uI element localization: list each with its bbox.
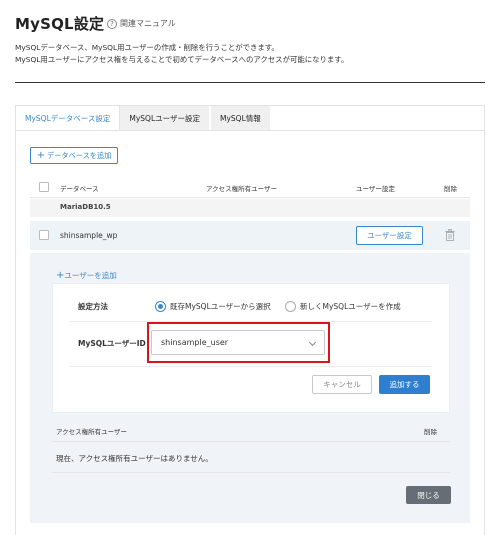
tab-bar: MySQLデータベース設定 MySQLユーザー設定 MySQL情報	[15, 106, 272, 130]
radio-new-user[interactable]: 新しくMySQLユーザーを作成	[285, 301, 401, 312]
access-divider	[52, 472, 450, 473]
access-divider	[52, 441, 450, 442]
add-database-button[interactable]: + データベースを追加	[30, 147, 118, 164]
header-database: データベース	[60, 185, 99, 193]
close-button[interactable]: 閉じる	[406, 486, 451, 504]
radio-existing-user[interactable]: 既存MySQLユーザーから選択	[155, 301, 271, 312]
cancel-button[interactable]: キャンセル	[312, 375, 372, 394]
radio-selected-icon	[155, 301, 166, 312]
header-delete: 削除	[444, 185, 457, 193]
form-divider	[70, 366, 432, 367]
help-link-label: 関連マニュアル	[120, 19, 176, 28]
question-icon: ?	[107, 18, 117, 29]
header-access-users: アクセス権所有ユーザー	[206, 185, 278, 193]
tab-mysql-info[interactable]: MySQL情報	[211, 106, 272, 130]
add-user-label: ユーザーを追加	[64, 271, 117, 280]
radio-existing-label: 既存MySQLユーザーから選択	[170, 302, 271, 311]
header-divider	[15, 82, 485, 83]
tab-divider	[15, 130, 485, 131]
empty-message: 現在、アクセス権所有ユーザーはありません。	[56, 454, 213, 463]
database-name: shinsample_wp	[60, 231, 118, 240]
add-submit-button[interactable]: 追加する	[379, 375, 430, 394]
description-line-2: MySQL用ユーザーにアクセス権を与えることで初めてデータベースへのアクセスが可…	[15, 55, 349, 64]
user-settings-button[interactable]: ユーザー設定	[356, 226, 423, 245]
select-all-checkbox[interactable]	[39, 182, 49, 192]
highlight-box	[147, 322, 330, 363]
access-users-header: アクセス権所有ユーザー	[56, 428, 128, 436]
add-database-label: データベースを追加	[47, 150, 112, 160]
page-title: MySQL設定	[15, 15, 105, 33]
help-link[interactable]: ? 関連マニュアル	[107, 18, 176, 29]
user-id-label: MySQLユーザーID	[78, 339, 146, 348]
tab-mysql-user[interactable]: MySQLユーザー設定	[120, 106, 211, 130]
radio-unselected-icon	[285, 301, 296, 312]
tab-mysql-database[interactable]: MySQLデータベース設定	[15, 106, 121, 130]
db-group-label: MariaDB10.5	[60, 203, 111, 211]
add-user-link[interactable]: +ユーザーを追加	[56, 270, 117, 281]
plus-icon: +	[36, 149, 46, 161]
access-delete-header: 削除	[424, 428, 437, 436]
header-user-settings: ユーザー設定	[356, 185, 395, 193]
radio-new-label: 新しくMySQLユーザーを作成	[300, 302, 401, 311]
method-label: 設定方法	[78, 302, 108, 311]
header-divider-line	[30, 197, 470, 198]
description-line-1: MySQLデータベース、MySQL用ユーザーの作成・削除を行うことができます。	[15, 43, 279, 52]
trash-icon[interactable]	[445, 229, 455, 241]
row-checkbox[interactable]	[39, 230, 49, 240]
